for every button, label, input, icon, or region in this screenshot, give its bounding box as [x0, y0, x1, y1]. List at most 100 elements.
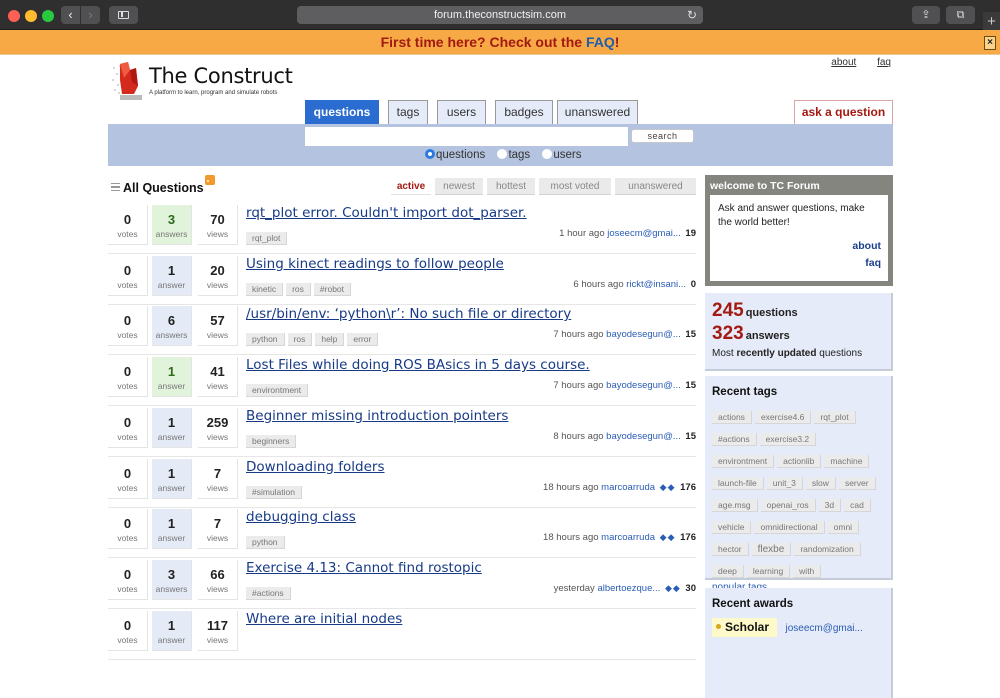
recent-tag[interactable]: actions	[712, 411, 752, 424]
recent-tag[interactable]: slow	[805, 477, 836, 490]
question-title-link[interactable]: debugging class	[246, 509, 356, 525]
question-tag[interactable]: python	[246, 536, 285, 550]
question-tag[interactable]: environtment	[246, 384, 309, 398]
recent-tag[interactable]: hector	[712, 543, 749, 556]
question-title-link[interactable]: Beginner missing introduction pointers	[246, 408, 508, 424]
ask-question-button[interactable]: ask a question	[794, 100, 893, 124]
sort-unanswered[interactable]: unanswered	[615, 178, 696, 195]
question-user-link[interactable]: bayodesegun@...	[606, 431, 681, 442]
welcome-faq-link[interactable]: faq	[852, 255, 881, 272]
question-tag[interactable]: ros	[286, 282, 311, 296]
close-window-button[interactable]	[8, 10, 20, 22]
question-title-link[interactable]: Where are initial nodes	[246, 611, 402, 627]
tab-questions[interactable]: questions	[305, 100, 379, 124]
question-title-link[interactable]: Lost Files while doing ROS BAsics in 5 d…	[246, 357, 590, 373]
recent-tag[interactable]: launch-file	[712, 477, 764, 490]
tab-badges[interactable]: badges	[495, 100, 553, 124]
show-tabs-button[interactable]: ⧉	[946, 6, 975, 24]
award-user-link[interactable]: joseecm@gmai...	[785, 623, 862, 634]
question-tag[interactable]: error	[347, 333, 379, 347]
question-user-link[interactable]: albertoezque...	[597, 583, 660, 594]
recent-tag[interactable]: age.msg	[712, 499, 758, 512]
recent-tag[interactable]: exercise3.2	[759, 433, 817, 446]
question-user-link[interactable]: bayodesegun@...	[606, 380, 681, 391]
question-tag[interactable]: #robot	[313, 282, 352, 296]
scope-tags-radio[interactable]: tags	[497, 149, 530, 161]
question-title-link[interactable]: Downloading folders	[246, 459, 385, 475]
recent-tag[interactable]: vehicle	[712, 521, 752, 534]
rss-icon[interactable]	[205, 175, 215, 185]
tab-users[interactable]: users	[437, 100, 486, 124]
question-title-link[interactable]: Exercise 4.13: Cannot find rostopic	[246, 560, 482, 576]
recent-tag[interactable]: cad	[844, 499, 871, 512]
scope-questions-radio[interactable]: questions	[425, 149, 485, 161]
question-row: 0 votes 3 answers 70 views rqt_plot error. …	[108, 203, 696, 254]
recent-tag[interactable]: server	[838, 477, 876, 490]
recent-tag[interactable]: machine	[824, 455, 870, 468]
close-notification-button[interactable]: ×	[984, 36, 996, 50]
recent-tag[interactable]: 3d	[818, 499, 842, 512]
about-link[interactable]: about	[831, 57, 856, 68]
question-tag[interactable]: rqt_plot	[246, 232, 288, 245]
sidebar-toggle-button[interactable]	[109, 6, 138, 24]
zoom-window-button[interactable]	[42, 10, 54, 22]
welcome-title: welcome to TC Forum	[710, 180, 820, 192]
recent-tag[interactable]: flexbe	[751, 543, 792, 556]
recent-tag[interactable]: with	[793, 565, 822, 578]
list-icon	[111, 183, 120, 191]
search-button[interactable]: search	[631, 129, 694, 143]
recent-tag[interactable]: omni	[827, 521, 860, 534]
welcome-about-link[interactable]: about	[852, 238, 881, 255]
sort-newest[interactable]: newest	[435, 178, 483, 195]
views-number: 57	[210, 313, 225, 329]
question-tag[interactable]: kinetic	[246, 282, 284, 296]
address-bar[interactable]: forum.theconstructsim.com ↻	[297, 6, 703, 24]
question-tag[interactable]: help	[315, 333, 345, 347]
recent-tag[interactable]: learning	[746, 565, 791, 578]
recent-tag[interactable]: randomization	[794, 543, 861, 556]
sort-hottest[interactable]: hottest	[487, 178, 535, 195]
forward-button[interactable]: ›	[81, 6, 100, 24]
question-title-link[interactable]: /usr/bin/env: ‘python\r’: No such file o…	[246, 306, 571, 322]
search-input[interactable]	[305, 127, 628, 146]
recent-tag[interactable]: deep	[712, 565, 744, 578]
recent-tag[interactable]: rqt_plot	[814, 411, 856, 424]
answers-count: 1 answer	[152, 610, 192, 651]
question-title-link[interactable]: rqt_plot error. Couldn't import dot_pars…	[246, 205, 527, 221]
faq-header-link[interactable]: faq	[877, 57, 891, 68]
question-tag[interactable]: #actions	[246, 586, 291, 600]
recent-tag[interactable]: #actions	[712, 433, 757, 446]
tab-tags[interactable]: tags	[388, 100, 428, 124]
scope-users-radio[interactable]: users	[542, 149, 582, 161]
site-logo[interactable]: The Construct A platform to learn, progr…	[108, 58, 308, 103]
question-tag[interactable]: beginners	[246, 434, 297, 448]
reload-icon[interactable]: ↻	[687, 6, 697, 24]
recent-tag[interactable]: omnidirectional	[754, 521, 825, 534]
minimize-window-button[interactable]	[25, 10, 37, 22]
question-tag[interactable]: ros	[287, 333, 313, 347]
recent-tag[interactable]: actionlib	[777, 455, 822, 468]
sort-active[interactable]: active	[391, 178, 431, 195]
question-title-link[interactable]: Using kinect readings to follow people	[246, 256, 504, 272]
question-user-link[interactable]: bayodesegun@...	[606, 329, 681, 340]
questions-count: 245	[712, 300, 744, 321]
question-user-link[interactable]: marcoarruda	[601, 482, 655, 493]
sort-most-voted[interactable]: most voted	[539, 178, 611, 195]
new-tab-button[interactable]: +	[983, 12, 1000, 31]
question-tag[interactable]: python	[246, 333, 285, 347]
back-button[interactable]: ‹	[61, 6, 80, 24]
question-user-link[interactable]: joseecm@gmai...	[607, 228, 681, 239]
question-tag[interactable]: #simulation	[246, 485, 302, 499]
user-reputation: 176	[680, 481, 696, 493]
question-user-link[interactable]: marcoarruda	[601, 532, 655, 543]
award-badge[interactable]: Scholar	[712, 618, 778, 637]
recent-tag[interactable]: exercise4.6	[754, 411, 812, 424]
recent-tag[interactable]: unit_3	[766, 477, 803, 490]
scope-label: tags	[508, 149, 531, 161]
faq-link[interactable]: FAQ	[586, 34, 615, 50]
recent-tag[interactable]: environtment	[712, 455, 775, 468]
question-user-link[interactable]: rickt@insani...	[626, 279, 686, 290]
share-button[interactable]: ⇪	[912, 6, 940, 24]
tab-unanswered[interactable]: unanswered	[557, 100, 638, 124]
recent-tag[interactable]: openai_ros	[760, 499, 816, 512]
